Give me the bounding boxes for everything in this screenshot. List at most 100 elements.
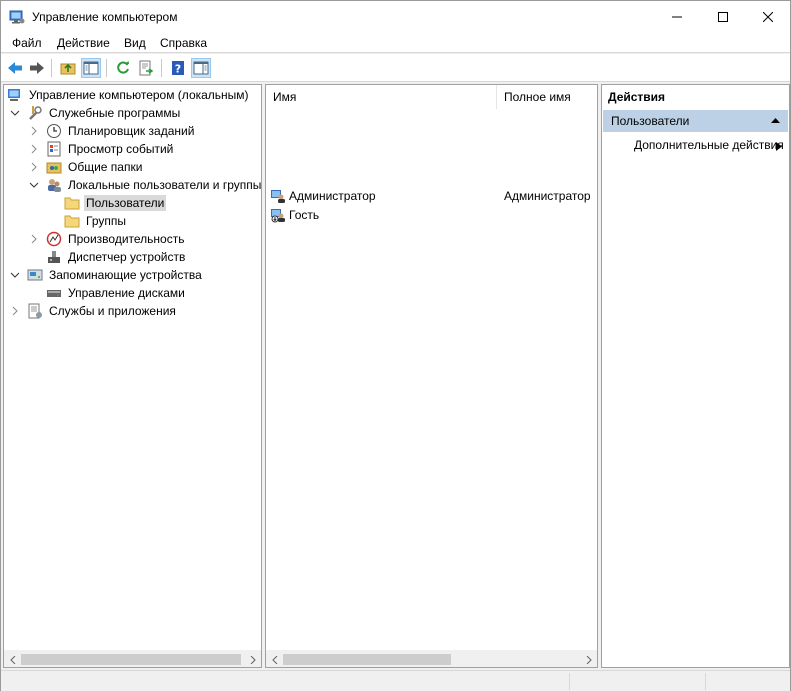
list-item-user[interactable]: Администратор Администратор [270,187,596,205]
scroll-left-icon[interactable] [266,651,283,668]
tree-item-groups[interactable]: Группы [64,212,128,230]
scroll-thumb[interactable] [21,654,241,665]
collapse-up-icon[interactable] [771,110,780,132]
tree-item-label: Служебные программы [49,106,181,120]
tree-item-task-scheduler[interactable]: Планировщик заданий [28,122,196,140]
tree-item-performance[interactable]: Производительность [28,230,186,248]
list-item-user[interactable]: Гость [270,206,596,224]
chevron-right-icon[interactable] [28,233,40,245]
actions-header: Действия [602,85,789,109]
list-horizontal-scrollbar[interactable] [266,650,597,667]
tree-item-label: Локальные пользователи и группы [68,178,262,192]
svg-text:?: ? [175,63,181,76]
tree-item-label: Просмотр событий [68,142,174,156]
user-icon [271,190,285,203]
show-hide-tree-button[interactable] [81,58,101,78]
tree-item-storage[interactable]: Запоминающие устройства [9,266,204,284]
tree-item-label: Общие папки [68,160,143,174]
more-actions-item[interactable]: Дополнительные действия [634,138,784,152]
menu-bar: Файл Действие Вид Справка [1,32,790,53]
tree-item-shared-folders[interactable]: Общие папки [28,158,144,176]
window-title: Управление компьютером [32,10,178,24]
column-header-full-name[interactable]: Полное имя [497,85,571,109]
users-groups-icon [48,179,61,192]
tree-item-system-tools[interactable]: Служебные программы [9,104,182,122]
minimize-icon [672,16,682,17]
help-icon: ? [172,61,184,76]
tree-item-disk-management[interactable]: Управление дисками [46,284,187,302]
status-bar [1,670,790,691]
up-folder-icon [60,63,76,75]
shared-folder-icon [46,162,62,174]
toolbar: ? [1,54,790,82]
chevron-down-icon[interactable] [28,179,40,191]
folder-icon [64,215,80,228]
menu-action[interactable]: Действие [57,36,110,50]
chevron-right-icon[interactable] [28,125,40,137]
minimize-button[interactable] [654,1,700,32]
tree-item-event-viewer[interactable]: Просмотр событий [28,140,175,158]
menu-file[interactable]: Файл [12,36,42,50]
forward-button[interactable] [27,58,47,78]
toolbar-separator [106,59,107,77]
tree-item-label: Запоминающие устройства [49,268,202,282]
chevron-right-icon[interactable] [28,143,40,155]
tree-item-label: Службы и приложения [49,304,176,318]
folder-icon [64,197,80,210]
event-log-icon [47,141,61,157]
tree-item-label: Планировщик заданий [68,124,195,138]
menu-help[interactable]: Справка [160,36,207,50]
chevron-down-icon[interactable] [9,269,21,281]
tree-item-services-apps[interactable]: Службы и приложения [9,302,178,320]
refresh-button[interactable] [113,58,133,78]
maximize-button[interactable] [700,1,746,32]
show-hide-tree-icon [83,61,99,75]
tree-item-label: Управление дисками [68,286,185,300]
performance-icon [46,231,62,247]
result-list-pane[interactable]: Имя Полное имя Администратор Администрат… [265,84,598,668]
tools-icon [29,106,42,120]
show-action-pane-button[interactable] [191,58,211,78]
actions-pane: Действия Пользователи Дополнительные дей… [601,84,790,668]
menu-view[interactable]: Вид [124,36,146,50]
console-tree-pane[interactable]: Управление компьютером (локальным) Служе… [3,84,262,668]
scroll-right-icon[interactable] [580,651,597,668]
tree-item-computer-management[interactable]: Управление компьютером (локальным) [7,86,251,104]
refresh-icon [117,61,129,74]
help-button[interactable]: ? [168,58,188,78]
back-icon [8,62,22,74]
maximize-icon [718,11,728,22]
scroll-thumb[interactable] [283,654,451,665]
export-list-button[interactable] [136,58,156,78]
tree-item-label: Пользователи [84,195,167,211]
computer-management-window: Управление компьютером Файл Действие Вид… [0,0,791,691]
services-icon [28,303,42,319]
tree-item-device-manager[interactable]: Диспетчер устройств [46,248,187,266]
disk-icon [47,290,61,297]
toolbar-separator [51,59,52,77]
user-name: Администратор [289,189,376,203]
scroll-left-icon[interactable] [4,651,21,668]
tree-item-label: Диспетчер устройств [68,250,186,264]
toolbar-separator [161,59,162,77]
column-header-name[interactable]: Имя [266,85,296,109]
forward-icon [30,62,44,74]
storage-icon [27,269,43,281]
list-header: Имя Полное имя [266,85,597,109]
tree-item-local-users-groups[interactable]: Локальные пользователи и группы [28,176,263,194]
export-list-icon [139,60,154,76]
submenu-arrow-icon [776,140,782,154]
tree-item-users[interactable]: Пользователи [64,194,167,212]
chevron-right-icon[interactable] [9,305,21,317]
actions-section-users[interactable]: Пользователи [603,110,788,132]
tree-horizontal-scrollbar[interactable] [4,650,261,667]
scroll-right-icon[interactable] [244,651,261,668]
title-bar: Управление компьютером [1,1,790,32]
chevron-down-icon[interactable] [9,107,21,119]
close-button[interactable] [745,1,791,32]
up-folder-button[interactable] [58,58,78,78]
chevron-right-icon[interactable] [28,161,40,173]
user-name: Гость [289,208,320,222]
back-button[interactable] [5,58,25,78]
device-manager-icon [48,251,60,263]
